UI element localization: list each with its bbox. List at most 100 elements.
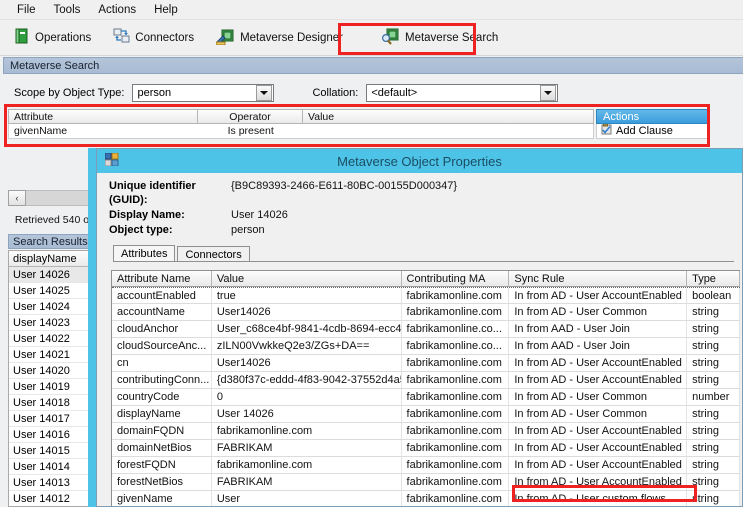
- table-row[interactable]: displayName User 14026 fabrikamonline.co…: [112, 406, 740, 423]
- tab-connectors[interactable]: Connectors: [177, 246, 250, 262]
- table-row[interactable]: contributingConn... {d380f37c-eddd-4f83-…: [112, 372, 740, 389]
- cell-contributing-ma: fabrikamonline.com: [402, 355, 510, 371]
- cell-value: fabrikamonline.com: [212, 423, 402, 439]
- collation-select[interactable]: <default>: [366, 84, 559, 102]
- chevron-down-icon[interactable]: [256, 85, 273, 101]
- cell-value: FABRIKAM: [212, 474, 402, 490]
- cell-attribute-name: accountEnabled: [112, 288, 212, 303]
- list-item[interactable]: User 14020: [9, 363, 95, 379]
- cell-attribute-name: cn: [112, 355, 212, 371]
- field-display-name: Display Name: User 14026: [109, 208, 742, 222]
- field-object-type-value: person: [231, 224, 265, 236]
- menu-item-help[interactable]: Help: [145, 2, 187, 18]
- retrieved-count-label: Retrieved 540 o: [14, 214, 90, 226]
- cell-contributing-ma: fabrikamonline.com: [402, 406, 510, 422]
- toolbar-label-connectors: Connectors: [135, 31, 195, 44]
- table-row[interactable]: accountEnabled true fabrikamonline.com I…: [112, 287, 740, 304]
- column-header-contributing-ma[interactable]: Contributing MA: [401, 271, 510, 287]
- results-horizontal-scrollbar[interactable]: ‹: [8, 190, 96, 206]
- dialog-left-frame: [88, 148, 96, 507]
- list-item[interactable]: User 14013: [9, 475, 95, 491]
- toolbar-button-operations[interactable]: Operations: [8, 25, 97, 50]
- cell-sync-rule: In from AAD - User Join: [509, 321, 688, 337]
- section-header-label: Metaverse Search: [10, 59, 100, 72]
- clause-header-attribute[interactable]: Attribute: [8, 109, 198, 124]
- search-results-grid[interactable]: displayName User 14026 User 14025 User 1…: [8, 250, 96, 507]
- list-item[interactable]: User 14015: [9, 443, 95, 459]
- cell-type: number: [687, 389, 740, 405]
- toolbar-button-metaverse-designer[interactable]: Metaverse Designer: [210, 25, 349, 51]
- table-row[interactable]: accountName User14026 fabrikamonline.com…: [112, 304, 740, 321]
- metaverse-object-properties-dialog: Metaverse Object Properties Unique ident…: [96, 148, 743, 507]
- list-item[interactable]: User 14022: [9, 331, 95, 347]
- column-header-attribute-name[interactable]: Attribute Name: [112, 271, 212, 287]
- cell-attribute-name: domainFQDN: [112, 423, 212, 439]
- chevron-down-icon[interactable]: [540, 85, 557, 101]
- list-item[interactable]: User 14023: [9, 315, 95, 331]
- actions-panel: Actions Add Clause: [596, 109, 709, 139]
- scope-object-type-select[interactable]: person: [132, 84, 275, 102]
- toolbar-button-metaverse-search[interactable]: Metaverse Search: [375, 25, 504, 51]
- cell-contributing-ma: fabrikamonline.com: [402, 440, 510, 456]
- menu-item-actions[interactable]: Actions: [89, 2, 145, 18]
- table-row[interactable]: givenName User fabrikamonline.com In fro…: [112, 491, 740, 506]
- list-item[interactable]: User 14014: [9, 459, 95, 475]
- field-object-type-label: Object type:: [109, 224, 173, 236]
- collation-value: <default>: [371, 87, 418, 99]
- list-item[interactable]: User 14026: [9, 267, 95, 283]
- clause-grid-header: Attribute Operator Value: [8, 109, 594, 124]
- column-header-type[interactable]: Type: [687, 271, 740, 287]
- cell-type: string: [687, 338, 740, 354]
- cell-attribute-name: givenName: [112, 491, 212, 506]
- actions-item-add-clause[interactable]: Add Clause: [596, 123, 709, 139]
- table-row[interactable]: domainNetBios FABRIKAM fabrikamonline.co…: [112, 440, 740, 457]
- table-row[interactable]: cloudSourceAnc... zILN00VwkkeQ2e3/ZGs+DA…: [112, 338, 740, 355]
- cell-sync-rule: In from AD - User AccountEnabled: [509, 423, 688, 439]
- scroll-left-icon[interactable]: ‹: [8, 190, 26, 206]
- column-header-value[interactable]: Value: [211, 271, 402, 287]
- dialog-title: Metaverse Object Properties: [337, 153, 502, 169]
- cell-contributing-ma: fabrikamonline.com: [402, 491, 510, 506]
- actions-panel-title: Actions: [596, 109, 709, 124]
- metaverse-designer-icon: [215, 28, 235, 48]
- cell-sync-rule: In from AD - User Common: [509, 304, 688, 320]
- scrollbar-track[interactable]: [26, 190, 96, 206]
- column-header-sync-rule[interactable]: Sync Rule: [509, 271, 688, 287]
- menu-item-file[interactable]: File: [8, 2, 45, 18]
- table-row[interactable]: countryCode 0 fabrikamonline.com In from…: [112, 389, 740, 406]
- list-item[interactable]: User 14017: [9, 411, 95, 427]
- cell-type: boolean: [687, 288, 740, 303]
- table-row[interactable]: forestNetBios FABRIKAM fabrikamonline.co…: [112, 474, 740, 491]
- cell-value: User 14026: [212, 406, 402, 422]
- search-results-column-header[interactable]: displayName: [9, 251, 95, 267]
- cell-value: true: [212, 288, 402, 303]
- list-item[interactable]: User 14018: [9, 395, 95, 411]
- toolbar-label-operations: Operations: [35, 31, 92, 44]
- list-item[interactable]: User 14025: [9, 283, 95, 299]
- attributes-grid[interactable]: Attribute Name Value Contributing MA Syn…: [111, 270, 740, 506]
- list-item[interactable]: User 14016: [9, 427, 95, 443]
- cell-attribute-name: cloudAnchor: [112, 321, 212, 337]
- cell-type: string: [687, 406, 740, 422]
- table-row[interactable]: forestFQDN fabrikamonline.com fabrikamon…: [112, 457, 740, 474]
- toolbar-button-connectors[interactable]: Connectors: [107, 25, 200, 50]
- list-item[interactable]: User 14019: [9, 379, 95, 395]
- clause-header-value[interactable]: Value: [303, 109, 594, 124]
- cell-attribute-name: forestNetBios: [112, 474, 212, 490]
- section-header-metaverse-search: Metaverse Search: [3, 57, 743, 74]
- list-item[interactable]: User 14012: [9, 491, 95, 506]
- tab-underline: [113, 261, 734, 262]
- list-item[interactable]: User 14024: [9, 299, 95, 315]
- connectors-icon: [113, 28, 130, 47]
- table-row[interactable]: domainFQDN fabrikamonline.com fabrikamon…: [112, 423, 740, 440]
- table-row[interactable]: cloudAnchor User_c68ce4bf-9841-4cdb-8694…: [112, 321, 740, 338]
- cell-type: string: [687, 355, 740, 371]
- clause-header-operator[interactable]: Operator: [198, 109, 303, 124]
- collation-label: Collation:: [312, 87, 359, 99]
- cell-attribute-name: forestFQDN: [112, 457, 212, 473]
- cell-value: {d380f37c-eddd-4f83-9042-37552d4a5...: [212, 372, 402, 388]
- list-item[interactable]: User 14021: [9, 347, 95, 363]
- menu-item-tools[interactable]: Tools: [45, 2, 90, 18]
- table-row[interactable]: cn User14026 fabrikamonline.com In from …: [112, 355, 740, 372]
- tab-attributes[interactable]: Attributes: [113, 245, 176, 262]
